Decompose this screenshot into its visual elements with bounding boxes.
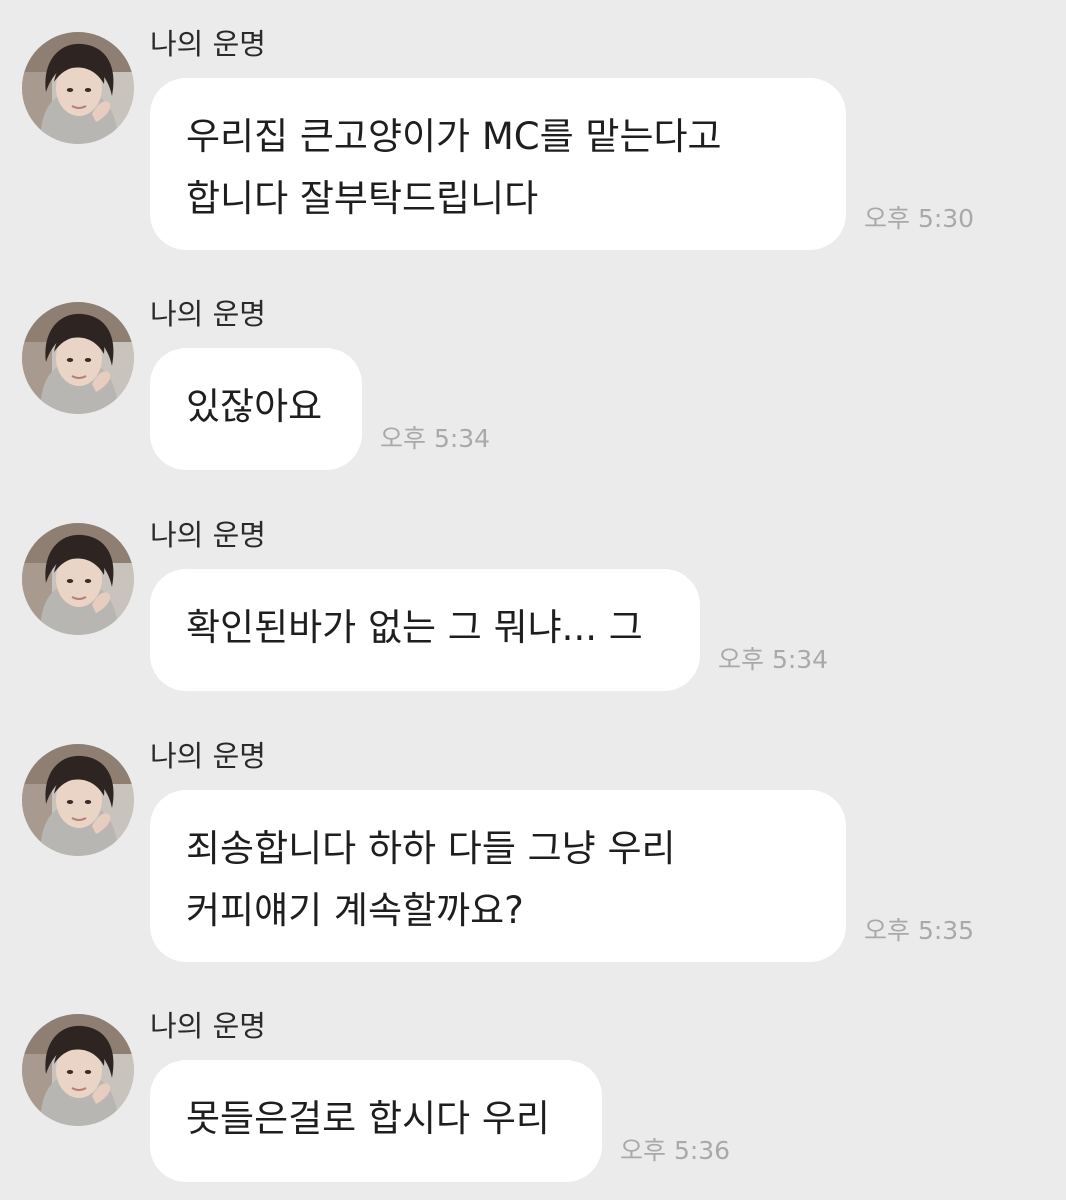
sender-name: 나의 운명 bbox=[150, 297, 266, 331]
avatar-photo-icon bbox=[22, 523, 134, 635]
sender-name: 나의 운명 bbox=[150, 518, 266, 552]
message-text-line: 있잖아요 bbox=[186, 385, 323, 428]
message-text-line: 합니다 잘부탁드립니다 bbox=[186, 177, 539, 220]
avatar-photo-icon bbox=[22, 32, 134, 144]
sender-name: 나의 운명 bbox=[150, 739, 266, 773]
chat-message: 나의 운명 있잖아요 오후 5:34 bbox=[0, 270, 1066, 480]
chat-message-list[interactable]: 나의 운명 우리집 큰고양이가 MC를 맡는다고 합니다 잘부탁드립니다 오후 … bbox=[0, 0, 1066, 1200]
message-bubble[interactable]: 확인된바가 없는 그 뭐냐... 그 bbox=[150, 569, 700, 691]
message-timestamp: 오후 5:35 bbox=[864, 916, 975, 945]
avatar-photo-icon bbox=[22, 744, 134, 856]
sender-name: 나의 운명 bbox=[150, 1009, 266, 1043]
message-bubble[interactable]: 죄송합니다 하하 다들 그냥 우리 커피얘기 계속할까요? bbox=[150, 790, 846, 962]
avatar-photo-icon bbox=[22, 1014, 134, 1126]
chat-message: 나의 운명 죄송합니다 하하 다들 그냥 우리 커피얘기 계속할까요? 오후 5… bbox=[0, 712, 1066, 972]
message-text-line: 죄송합니다 하하 다들 그냥 우리 bbox=[186, 827, 676, 870]
message-bubble[interactable]: 있잖아요 bbox=[150, 348, 362, 470]
message-timestamp: 오후 5:34 bbox=[718, 645, 829, 674]
chat-message: 나의 운명 우리집 큰고양이가 MC를 맡는다고 합니다 잘부탁드립니다 오후 … bbox=[0, 0, 1066, 260]
message-timestamp: 오후 5:36 bbox=[620, 1136, 731, 1165]
message-timestamp: 오후 5:34 bbox=[380, 424, 491, 453]
message-timestamp: 오후 5:30 bbox=[864, 204, 975, 233]
message-bubble[interactable]: 못들은걸로 합시다 우리 bbox=[150, 1060, 602, 1182]
sender-avatar[interactable] bbox=[22, 523, 134, 635]
sender-avatar[interactable] bbox=[22, 1014, 134, 1126]
sender-avatar[interactable] bbox=[22, 744, 134, 856]
message-text-line: 확인된바가 없는 그 뭐냐... 그 bbox=[186, 606, 643, 649]
sender-avatar[interactable] bbox=[22, 302, 134, 414]
sender-avatar[interactable] bbox=[22, 32, 134, 144]
message-text-line: 못들은걸로 합시다 우리 bbox=[186, 1097, 550, 1140]
message-bubble[interactable]: 우리집 큰고양이가 MC를 맡는다고 합니다 잘부탁드립니다 bbox=[150, 78, 846, 250]
message-text-line: 우리집 큰고양이가 MC를 맡는다고 bbox=[186, 115, 722, 158]
message-text-line: 커피얘기 계속할까요? bbox=[186, 889, 524, 932]
avatar-photo-icon bbox=[22, 302, 134, 414]
sender-name: 나의 운명 bbox=[150, 27, 266, 61]
chat-message: 나의 운명 못들은걸로 합시다 우리 오후 5:36 bbox=[0, 982, 1066, 1200]
chat-message: 나의 운명 확인된바가 없는 그 뭐냐... 그 오후 5:34 bbox=[0, 491, 1066, 701]
